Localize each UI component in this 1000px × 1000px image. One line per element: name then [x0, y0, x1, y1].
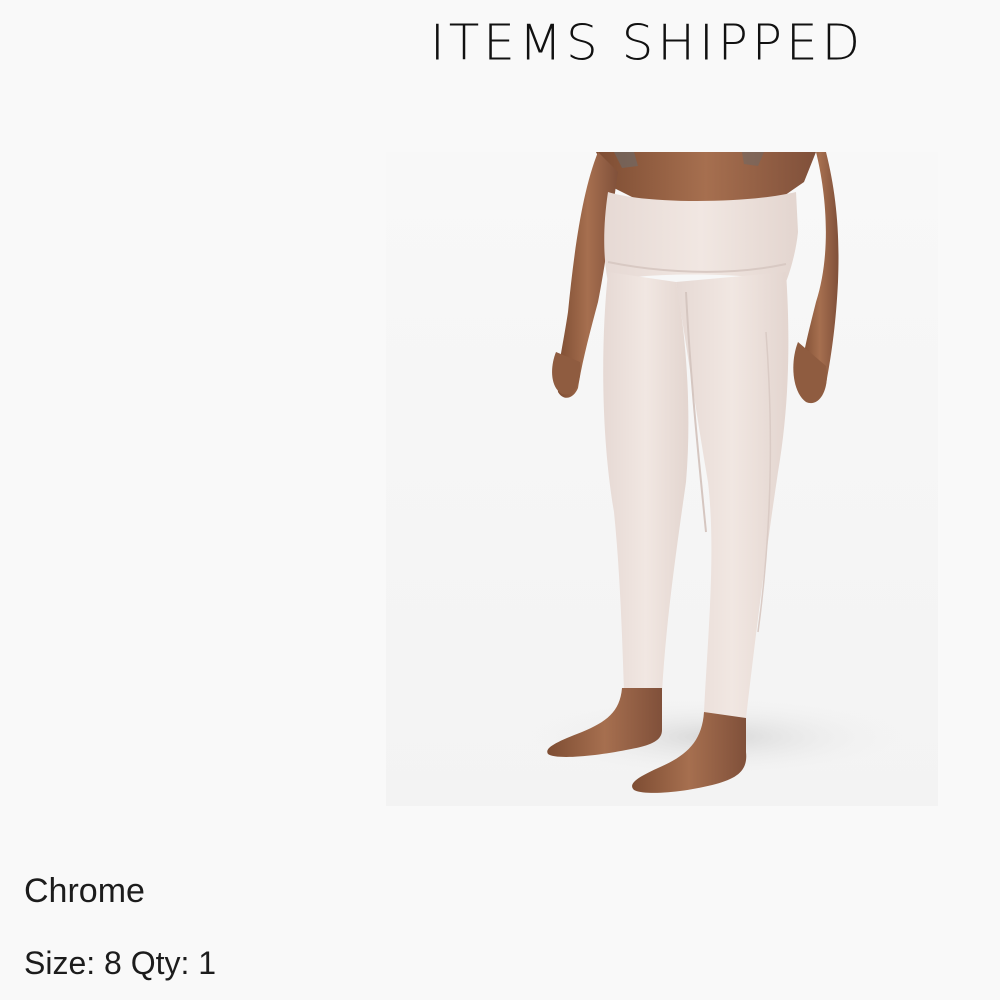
product-size-qty: Size: 8 Qty: 1	[24, 945, 216, 982]
product-color-name: Chrome	[24, 872, 145, 910]
section-title: ITEMS SHIPPED	[430, 14, 865, 72]
leggings-illustration	[386, 152, 938, 806]
size-label: Size:	[24, 945, 96, 981]
order-items-page: ITEMS SHIPPED Chrome Size: 8 Qty: 1	[0, 0, 1000, 1000]
product-image[interactable]	[386, 152, 938, 806]
qty-value: 1	[198, 945, 217, 981]
qty-label: Qty:	[130, 945, 190, 981]
size-value: 8	[104, 945, 122, 981]
